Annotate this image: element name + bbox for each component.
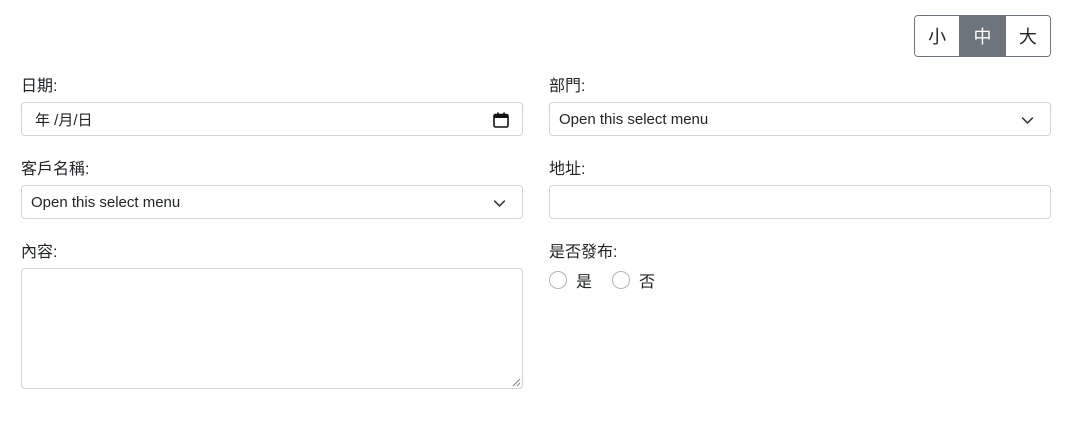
address-input[interactable] — [559, 186, 1050, 218]
publish-field-group: 是否發布: 是 否 — [549, 243, 1051, 292]
date-input[interactable]: 年 /月/日 — [21, 102, 523, 136]
date-label: 日期: — [21, 78, 58, 95]
department-label: 部門: — [549, 78, 586, 95]
publish-yes-option[interactable]: 是 — [549, 268, 592, 292]
department-selected-value: Open this select menu — [559, 110, 709, 128]
publish-no-option[interactable]: 否 — [612, 268, 655, 292]
customer-selected-value: Open this select menu — [31, 193, 181, 211]
customer-label: 客戶名稱: — [21, 161, 90, 178]
form-page: 小 中 大 日期: 年 /月/日 部門: Open this select me… — [0, 0, 1075, 424]
address-input-wrapper — [549, 185, 1051, 219]
chevron-down-icon — [493, 200, 506, 207]
chevron-down-icon — [1021, 117, 1034, 124]
customer-field-group: 客戶名稱: Open this select menu — [21, 160, 523, 219]
publish-yes-radio[interactable] — [549, 271, 567, 289]
date-value: 年 /月/日 — [35, 111, 93, 129]
address-field-group: 地址: — [549, 160, 1051, 219]
date-field-group: 日期: 年 /月/日 — [21, 77, 523, 136]
publish-no-label: 否 — [639, 274, 656, 291]
content-field-group: 內容: — [21, 243, 523, 389]
publish-yes-label: 是 — [576, 274, 593, 291]
publish-no-radio[interactable] — [612, 271, 631, 289]
resize-handle-icon[interactable] — [511, 377, 521, 387]
department-select[interactable]: Open this select menu — [549, 102, 1051, 136]
font-size-medium-button[interactable]: 中 — [960, 16, 1006, 56]
font-size-toggle: 小 中 大 — [914, 15, 1051, 57]
publish-radio-group: 是 否 — [549, 268, 1051, 292]
content-textarea[interactable] — [21, 268, 523, 389]
department-field-group: 部門: Open this select menu — [549, 77, 1051, 136]
address-label: 地址: — [549, 161, 586, 178]
font-size-small-button[interactable]: 小 — [915, 16, 961, 56]
publish-label: 是否發布: — [549, 244, 618, 261]
customer-select[interactable]: Open this select menu — [21, 185, 523, 219]
font-size-large-button[interactable]: 大 — [1005, 16, 1050, 56]
calendar-icon[interactable] — [493, 112, 509, 128]
content-label: 內容: — [21, 244, 58, 261]
